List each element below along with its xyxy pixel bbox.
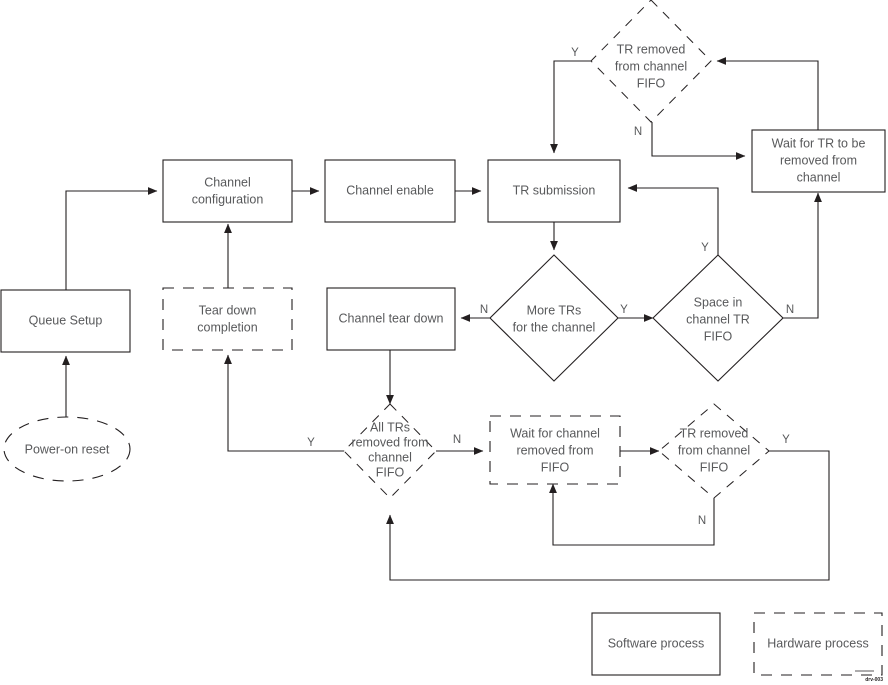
tear-down-completion-label-line2: completion (197, 320, 257, 334)
power-on-reset-label: Power-on reset (25, 442, 110, 456)
edge-label-alltrsremoved-yes: Y (307, 437, 315, 449)
tr-removed-bottom-label-line2: from channel (678, 443, 750, 457)
node-queue-setup[interactable]: Queue Setup (0, 289, 131, 353)
more-trs-shape (489, 254, 619, 382)
tr-removed-top-label-line1: TR removed (617, 42, 686, 56)
node-all-trs-removed[interactable]: All TRs removed from channel FIFO (343, 403, 437, 499)
node-tear-down-completion[interactable]: Tear down completion (162, 287, 293, 351)
legend-item-hardware: Hardware process (753, 612, 883, 676)
edge-trremovedbottom-no-to-waitforchannel (549, 483, 715, 546)
wait-for-tr-removed-label-line3: channel (797, 170, 841, 184)
tear-down-completion-shape (162, 287, 293, 351)
edge-label-trremovedtop-no: N (634, 126, 642, 138)
edge-label-spaceinchannel-no: N (786, 304, 794, 316)
wait-for-channel-removed-label-line2: removed from (516, 443, 593, 457)
channel-configuration-label-line2: configuration (192, 192, 264, 206)
tr-removed-bottom-label-line1: TR removed (680, 426, 749, 440)
legend-item-software: Software process (591, 612, 721, 676)
flowchart-svg: Y N N Y Y N Y N Y N Power-on reset Queue… (0, 0, 886, 683)
node-tr-submission[interactable]: TR submission (487, 159, 621, 223)
edge-label-spaceinchannel-yes: Y (701, 242, 709, 254)
node-channel-enable[interactable]: Channel enable (324, 159, 456, 223)
node-wait-for-tr-removed[interactable]: Wait for TR to be removed from channel (751, 129, 886, 193)
node-wait-for-channel-removed[interactable]: Wait for channel removed from FIFO (489, 415, 621, 485)
tr-removed-top-label-line2: from channel (615, 59, 687, 73)
space-in-channel-label-line3: FIFO (704, 329, 733, 343)
edge-alltrsremoved-yes-to-teardowncompletion (224, 354, 345, 452)
edge-label-moretrs-no: N (480, 304, 488, 316)
all-trs-removed-label-line2: removed from (351, 435, 428, 449)
edge-label-trremovedtop-yes: Y (571, 47, 579, 59)
edge-label-trremovedbottom-no: N (698, 515, 706, 527)
all-trs-removed-label-line1: All TRs (370, 420, 410, 434)
channel-tear-down-label: Channel tear down (339, 311, 444, 325)
legend-hardware-label: Hardware process (767, 636, 868, 650)
edge-queuesetup-to-channelconfig (65, 187, 158, 290)
all-trs-removed-label-line4: FIFO (376, 465, 405, 479)
node-more-trs[interactable]: More TRs for the channel (489, 254, 619, 382)
wait-for-channel-removed-label-line1: Wait for channel (510, 426, 600, 440)
wait-for-channel-removed-label-line3: FIFO (541, 460, 570, 474)
edge-trremovedtop-no-to-waitfortr (651, 122, 746, 160)
channel-enable-label: Channel enable (346, 183, 434, 197)
flowchart-canvas: Y N N Y Y N Y N Y N Power-on reset Queue… (0, 0, 888, 685)
space-in-channel-label-line2: channel TR (686, 312, 750, 326)
channel-configuration-shape (162, 159, 293, 223)
more-trs-label-line1: More TRs (527, 303, 582, 317)
channel-configuration-label-line1: Channel (204, 175, 251, 189)
edge-waitfortr-to-trremovedtop (716, 57, 819, 130)
edge-label-moretrs-yes: Y (620, 304, 628, 316)
node-tr-removed-top[interactable]: TR removed from channel FIFO (590, 0, 712, 123)
tr-removed-bottom-label-line3: FIFO (700, 460, 729, 474)
wait-for-tr-removed-label-line2: removed from (780, 153, 857, 167)
legend: Software process Hardware process (591, 612, 883, 676)
node-layer: Power-on reset Queue Setup Channel confi… (0, 0, 886, 499)
tr-removed-top-label-line3: FIFO (637, 76, 666, 90)
edge-spaceinchannel-no-to-waitfortr (783, 192, 822, 319)
node-space-in-channel[interactable]: Space in channel TR FIFO (652, 254, 784, 382)
edge-trremovedtop-yes-to-trsubmission (550, 60, 592, 154)
space-in-channel-label-line1: Space in (694, 295, 743, 309)
node-channel-configuration[interactable]: Channel configuration (162, 159, 293, 223)
queue-setup-label: Queue Setup (29, 313, 103, 327)
all-trs-removed-label-line3: channel (368, 450, 412, 464)
edge-label-alltrsremoved-no: N (453, 434, 461, 446)
node-power-on-reset[interactable]: Power-on reset (3, 416, 131, 482)
tear-down-completion-label-line1: Tear down (199, 303, 257, 317)
more-trs-label-line2: for the channel (513, 320, 596, 334)
watermark-label: drv-003 (865, 677, 883, 683)
edge-label-trremovedbottom-yes: Y (782, 434, 790, 446)
node-channel-tear-down[interactable]: Channel tear down (326, 287, 456, 351)
tr-submission-label: TR submission (513, 183, 596, 197)
wait-for-tr-removed-label-line1: Wait for TR to be (772, 136, 866, 150)
legend-software-label: Software process (608, 636, 705, 650)
node-tr-removed-bottom[interactable]: TR removed from channel FIFO (658, 403, 770, 499)
